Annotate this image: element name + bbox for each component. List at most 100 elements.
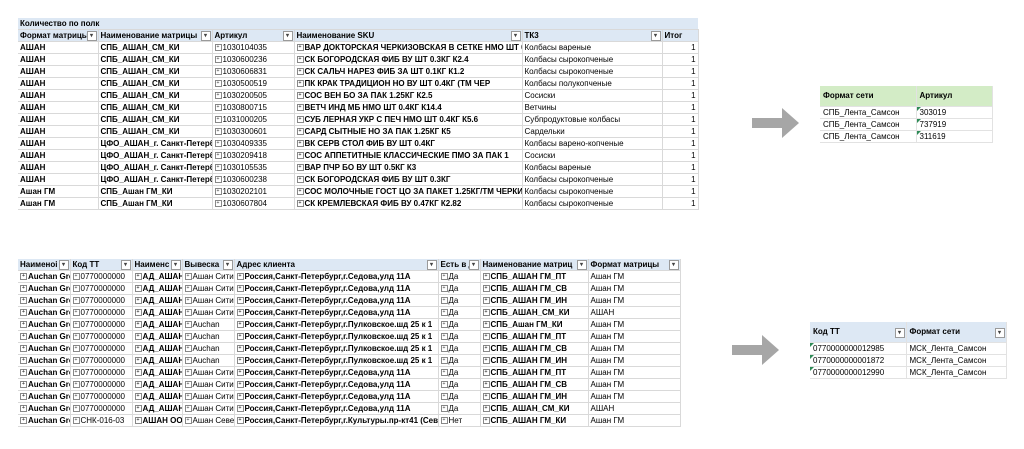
expand-icon[interactable]: + [72, 381, 80, 389]
expand-icon[interactable]: + [20, 405, 27, 413]
expand-icon[interactable]: + [184, 309, 192, 317]
expand-icon[interactable]: + [184, 369, 192, 377]
expand-icon[interactable]: + [20, 285, 27, 293]
expand-icon[interactable]: + [20, 369, 27, 377]
expand-icon[interactable]: + [214, 44, 222, 52]
expand-icon[interactable]: + [72, 393, 80, 401]
expand-icon[interactable]: + [134, 309, 142, 317]
expand-icon[interactable]: + [296, 56, 304, 64]
expand-icon[interactable]: + [72, 345, 80, 353]
expand-icon[interactable]: + [134, 321, 142, 329]
column-header[interactable]: Формат сети ▾ [906, 322, 1007, 343]
dropdown-arrow-icon[interactable]: ▾ [120, 260, 131, 270]
expand-icon[interactable]: + [236, 321, 244, 329]
dropdown-arrow-icon[interactable]: ▾ [576, 260, 587, 270]
expand-icon[interactable]: + [214, 104, 222, 112]
expand-icon[interactable]: + [236, 369, 244, 377]
expand-icon[interactable]: + [214, 80, 222, 88]
expand-icon[interactable]: + [134, 297, 142, 305]
expand-icon[interactable]: + [482, 321, 490, 329]
dropdown-arrow-icon[interactable]: ▾ [994, 328, 1005, 338]
expand-icon[interactable]: + [236, 405, 244, 413]
column-header[interactable]: Итог [662, 29, 699, 42]
column-header[interactable]: Наименование матриц ▾ [480, 259, 589, 271]
expand-icon[interactable]: + [134, 285, 142, 293]
expand-icon[interactable]: + [214, 176, 222, 184]
expand-icon[interactable]: + [214, 164, 222, 172]
expand-icon[interactable]: + [20, 381, 27, 389]
expand-icon[interactable]: + [134, 381, 142, 389]
expand-icon[interactable]: + [296, 152, 304, 160]
dropdown-arrow-icon[interactable]: ▾ [650, 31, 661, 41]
expand-icon[interactable]: + [184, 381, 192, 389]
expand-icon[interactable]: + [440, 345, 448, 353]
expand-icon[interactable]: + [482, 393, 490, 401]
expand-icon[interactable]: + [134, 417, 142, 425]
expand-icon[interactable]: + [214, 68, 222, 76]
column-header[interactable]: Наименование матрицы ▾ [98, 29, 213, 42]
expand-icon[interactable]: + [236, 309, 244, 317]
expand-icon[interactable]: + [72, 405, 80, 413]
column-header[interactable]: Формат матрицы ▾ [588, 259, 681, 271]
expand-icon[interactable]: + [72, 285, 80, 293]
expand-icon[interactable]: + [296, 200, 304, 208]
expand-icon[interactable]: + [296, 188, 304, 196]
expand-icon[interactable]: + [184, 357, 192, 365]
column-header[interactable]: Код ТТ ▾ [70, 259, 133, 271]
dropdown-arrow-icon[interactable]: ▾ [468, 260, 479, 270]
expand-icon[interactable]: + [184, 273, 192, 281]
expand-icon[interactable]: + [236, 393, 244, 401]
expand-icon[interactable]: + [296, 104, 304, 112]
expand-icon[interactable]: + [134, 345, 142, 353]
expand-icon[interactable]: + [482, 273, 490, 281]
expand-icon[interactable]: + [214, 188, 222, 196]
column-header[interactable]: Наименс ▾ [132, 259, 183, 271]
dropdown-arrow-icon[interactable]: ▾ [282, 31, 293, 41]
expand-icon[interactable]: + [296, 116, 304, 124]
expand-icon[interactable]: + [482, 357, 490, 365]
expand-icon[interactable]: + [20, 417, 27, 425]
expand-icon[interactable]: + [236, 273, 244, 281]
expand-icon[interactable]: + [184, 393, 192, 401]
expand-icon[interactable]: + [184, 285, 192, 293]
expand-icon[interactable]: + [184, 321, 192, 329]
column-header[interactable]: Адрес клиента ▾ [234, 259, 439, 271]
expand-icon[interactable]: + [184, 333, 192, 341]
expand-icon[interactable]: + [134, 405, 142, 413]
expand-icon[interactable]: + [20, 273, 27, 281]
expand-icon[interactable]: + [214, 92, 222, 100]
filter-icon[interactable]: ▾ [668, 260, 679, 270]
expand-icon[interactable]: + [440, 381, 448, 389]
expand-icon[interactable]: + [72, 273, 80, 281]
expand-icon[interactable]: + [482, 297, 490, 305]
dropdown-arrow-icon[interactable]: ▾ [58, 260, 69, 270]
expand-icon[interactable]: + [440, 333, 448, 341]
expand-icon[interactable]: + [214, 152, 222, 160]
expand-icon[interactable]: + [134, 393, 142, 401]
expand-icon[interactable]: + [20, 309, 27, 317]
column-header[interactable]: Формат матрицы ▾ [18, 29, 99, 42]
expand-icon[interactable]: + [296, 92, 304, 100]
expand-icon[interactable]: + [236, 357, 244, 365]
expand-icon[interactable]: + [296, 128, 304, 136]
expand-icon[interactable]: + [296, 44, 304, 52]
expand-icon[interactable]: + [72, 369, 80, 377]
filter-icon[interactable]: ▾ [86, 31, 97, 41]
expand-icon[interactable]: + [482, 417, 490, 425]
expand-icon[interactable]: + [20, 393, 27, 401]
expand-icon[interactable]: + [214, 116, 222, 124]
expand-icon[interactable]: + [72, 333, 80, 341]
column-header[interactable]: Есть в д ▾ [438, 259, 481, 271]
expand-icon[interactable]: + [236, 285, 244, 293]
expand-icon[interactable]: + [134, 369, 142, 377]
expand-icon[interactable]: + [20, 345, 27, 353]
expand-icon[interactable]: + [20, 333, 27, 341]
expand-icon[interactable]: + [440, 405, 448, 413]
expand-icon[interactable]: + [236, 297, 244, 305]
expand-icon[interactable]: + [236, 381, 244, 389]
expand-icon[interactable]: + [440, 297, 448, 305]
expand-icon[interactable]: + [214, 56, 222, 64]
expand-icon[interactable]: + [482, 405, 490, 413]
expand-icon[interactable]: + [440, 393, 448, 401]
dropdown-arrow-icon[interactable]: ▾ [170, 260, 181, 270]
